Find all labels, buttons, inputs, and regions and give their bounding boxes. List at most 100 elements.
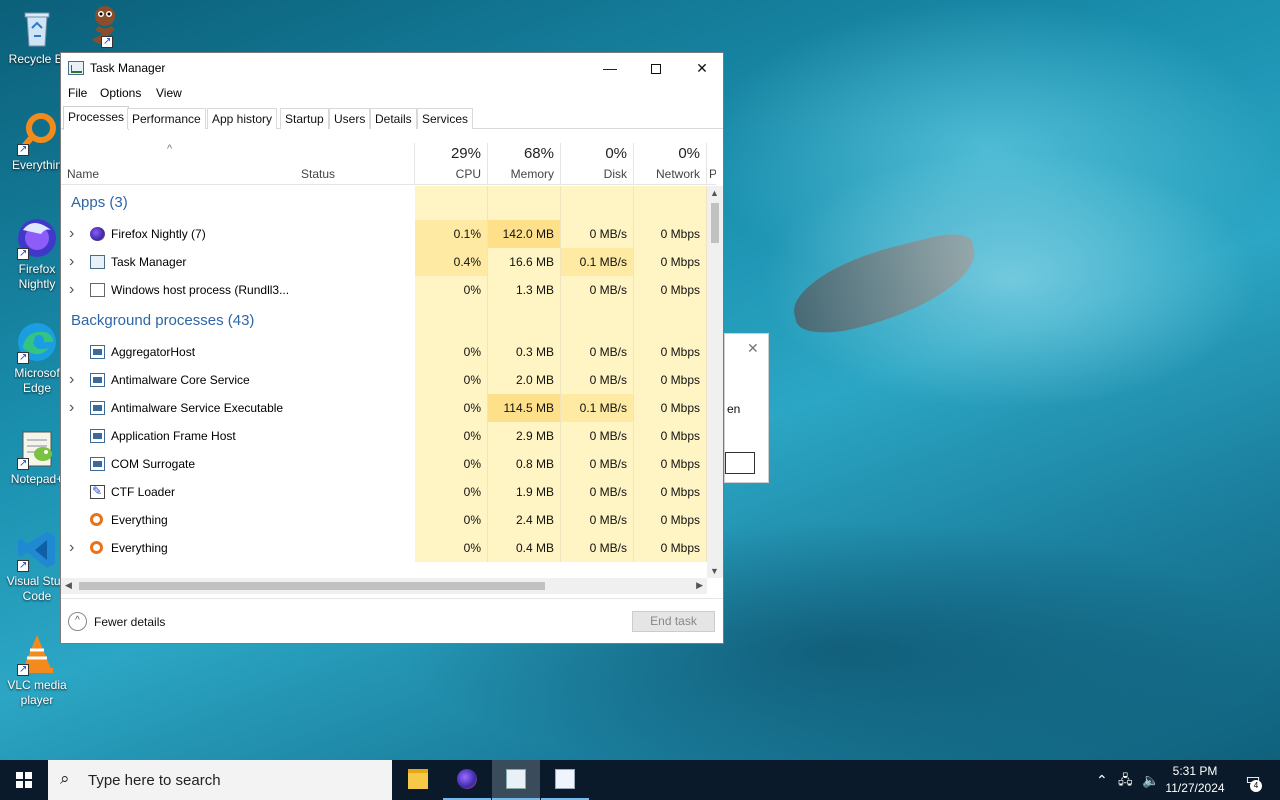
group-background-processes[interactable]: Background processes (43) <box>61 304 707 338</box>
network-icon[interactable]: 🖧 <box>1118 760 1133 800</box>
group-cell <box>488 186 561 220</box>
group-cell <box>634 186 707 220</box>
table-row[interactable]: AggregatorHost 0% 0.3 MB 0 MB/s 0 Mbps <box>61 338 707 366</box>
volume-icon[interactable]: 🔈 <box>1142 760 1159 800</box>
maximize-button[interactable] <box>633 53 679 83</box>
horizontal-scrollbar[interactable]: ◀ ▶ <box>61 578 707 594</box>
process-name: AggregatorHost <box>111 345 196 359</box>
chevron-up-icon[interactable]: ^ <box>68 612 87 631</box>
scroll-thumb[interactable] <box>711 203 719 243</box>
tab-performance[interactable]: Performance <box>127 108 206 129</box>
clock-date: 11/27/2024 <box>1165 781 1225 795</box>
chevron-right-icon[interactable]: › <box>69 220 74 248</box>
minimize-button[interactable]: — <box>587 53 633 83</box>
taskbar: ⌕ Type here to search ⌃ 🖧 🔈 5:31 PM 11/2… <box>0 760 1280 800</box>
disk-value: 0 MB/s <box>561 506 634 534</box>
tab-services[interactable]: Services <box>417 108 474 129</box>
end-task-button[interactable]: End task <box>632 611 715 632</box>
memory-value: 0.3 MB <box>488 338 561 366</box>
fewer-details-link[interactable]: Fewer details <box>94 615 165 629</box>
taskbar-search-box[interactable]: ⌕ Type here to search <box>48 760 392 800</box>
menu-options[interactable]: Options <box>100 86 141 100</box>
column-network[interactable]: 0% Network <box>634 143 707 185</box>
desktop-icon-python[interactable] <box>70 4 140 50</box>
table-row[interactable]: › Firefox Nightly (7) 0.1% 142.0 MB 0 MB/s 0 … <box>61 220 707 248</box>
menu-file[interactable]: File <box>68 86 87 100</box>
cpu-value: 0% <box>415 534 488 562</box>
table-row[interactable]: › Everything 0% 0.4 MB 0 MB/s 0 Mbps <box>61 534 707 562</box>
chevron-right-icon[interactable]: › <box>69 366 74 394</box>
vertical-scrollbar[interactable]: ▲ ▼ <box>707 186 723 578</box>
taskbar-firefox[interactable] <box>443 760 491 800</box>
column-power[interactable]: P <box>707 143 716 185</box>
network-value: 0 Mbps <box>634 276 707 304</box>
close-icon: ✕ <box>696 60 708 76</box>
cpu-value: 0% <box>415 506 488 534</box>
table-row[interactable]: › Antimalware Core Service 0% 2.0 MB 0 MB/s 0… <box>61 366 707 394</box>
process-name: Everything <box>111 541 168 555</box>
table-row[interactable]: › Antimalware Service Executable 0% 114.5 M… <box>61 394 707 422</box>
memory-value: 142.0 MB <box>488 220 561 248</box>
notification-count-badge: 4 <box>1250 780 1262 792</box>
dialog-button[interactable] <box>725 452 755 474</box>
chevron-up-icon[interactable]: ⌃ <box>1096 760 1108 800</box>
taskbar-notepad[interactable] <box>541 760 589 800</box>
network-value: 0 Mbps <box>634 450 707 478</box>
process-name: Application Frame Host <box>111 429 236 443</box>
table-row[interactable]: › Windows host process (Rundll3... 0% 1.3 M… <box>61 276 707 304</box>
shortcut-arrow-icon <box>17 246 29 261</box>
chevron-right-icon[interactable]: › <box>69 534 74 562</box>
network-value: 0 Mbps <box>634 534 707 562</box>
scroll-down-icon[interactable]: ▼ <box>710 566 719 576</box>
group-apps[interactable]: Apps (3) <box>61 186 707 220</box>
table-row[interactable]: Application Frame Host 0% 2.9 MB 0 MB/s 0 Mb… <box>61 422 707 450</box>
scroll-left-icon[interactable]: ◀ <box>65 580 72 591</box>
disk-value: 0 MB/s <box>561 366 634 394</box>
column-name[interactable]: Name <box>61 143 295 185</box>
tab-processes[interactable]: Processes <box>63 106 130 130</box>
network-value: 0 Mbps <box>634 220 707 248</box>
column-memory[interactable]: 68% Memory <box>488 143 561 185</box>
ctf-loader-icon <box>90 484 105 499</box>
everything-search-icon <box>15 112 59 157</box>
process-icon <box>90 373 105 387</box>
tab-details[interactable]: Details <box>370 108 417 129</box>
menu-view[interactable]: View <box>156 86 182 100</box>
column-disk[interactable]: 0% Disk <box>561 143 634 185</box>
search-icon: ⌕ <box>60 769 70 788</box>
column-cpu[interactable]: 29% CPU <box>415 143 488 185</box>
tab-startup[interactable]: Startup <box>280 108 329 129</box>
table-row[interactable]: › Task Manager 0.4% 16.6 MB 0.1 MB/s 0 Mbps <box>61 248 707 276</box>
cpu-value: 0.4% <box>415 248 488 276</box>
title-bar[interactable]: Task Manager — ✕ <box>61 53 723 83</box>
memory-value: 0.8 MB <box>488 450 561 478</box>
firefox-icon <box>90 227 105 241</box>
notepad-plus-plus-icon <box>15 426 59 471</box>
task-manager-app-icon <box>68 61 84 75</box>
chevron-right-icon[interactable]: › <box>69 248 74 276</box>
scroll-right-icon[interactable]: ▶ <box>696 580 703 591</box>
start-button[interactable] <box>0 760 48 800</box>
tab-users[interactable]: Users <box>329 108 371 129</box>
task-manager-icon <box>90 255 105 269</box>
taskbar-file-explorer[interactable] <box>394 760 442 800</box>
chevron-right-icon[interactable]: › <box>69 394 74 422</box>
python-snake-icon <box>83 4 127 49</box>
table-row[interactable]: COM Surrogate 0% 0.8 MB 0 MB/s 0 Mbps <box>61 450 707 478</box>
close-button[interactable]: ✕ <box>679 53 725 83</box>
table-row[interactable]: CTF Loader 0%1.9 MB0 MB/s0 Mbps <box>61 478 707 506</box>
clock[interactable]: 5:31 PM 11/27/2024 <box>1160 763 1230 797</box>
network-value: 0 Mbps <box>634 422 707 450</box>
table-row[interactable]: Everything 0% 2.4 MB 0 MB/s 0 Mbps <box>61 506 707 534</box>
tab-app-history[interactable]: App history <box>207 108 278 129</box>
edge-icon <box>15 320 59 365</box>
network-value: 0 Mbps <box>634 394 707 422</box>
disk-value: 0 MB/s <box>561 220 634 248</box>
column-status[interactable]: Status <box>295 143 415 185</box>
process-name: Everything <box>111 513 168 527</box>
scroll-up-icon[interactable]: ▲ <box>710 188 719 198</box>
close-icon[interactable]: ✕ <box>747 340 759 357</box>
scroll-thumb-horizontal[interactable] <box>79 582 545 590</box>
taskbar-task-manager[interactable] <box>492 760 540 800</box>
chevron-right-icon[interactable]: › <box>69 276 74 304</box>
